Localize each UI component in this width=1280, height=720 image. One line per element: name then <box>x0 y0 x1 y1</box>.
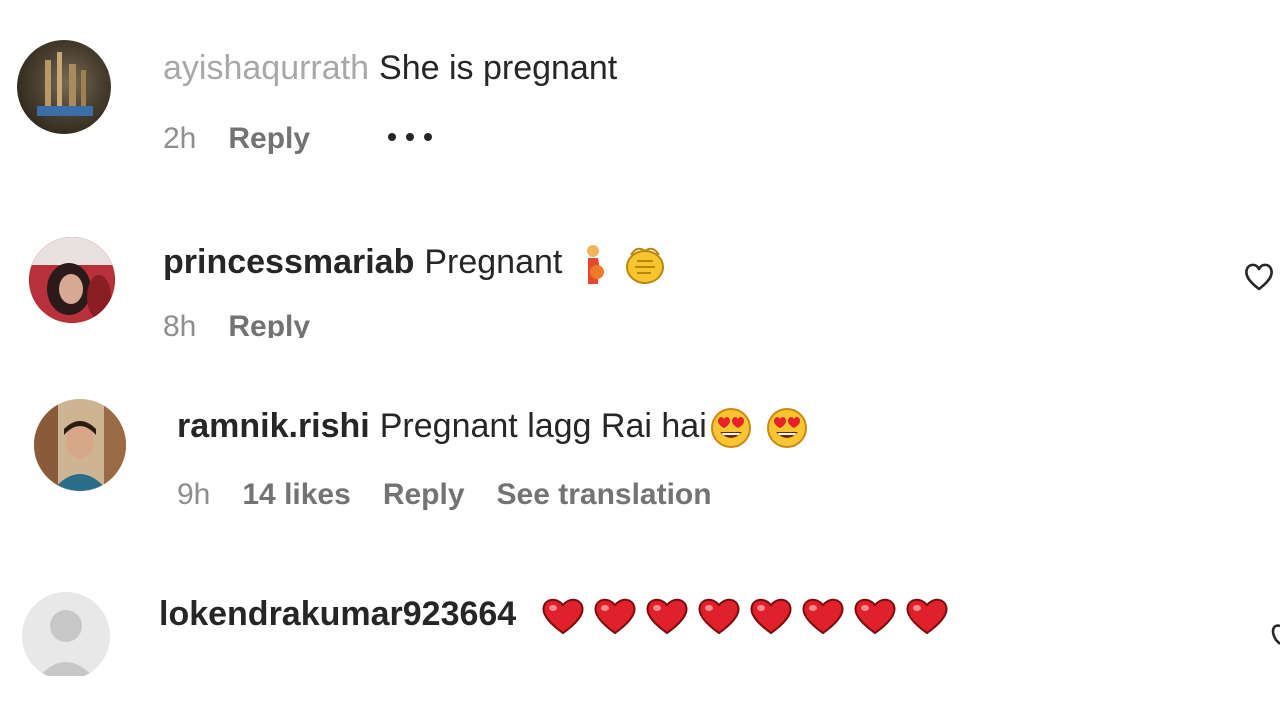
reply-button[interactable]: Reply <box>228 310 310 338</box>
red-heart-emoji <box>542 598 584 635</box>
comment-body: ayishaqurrath She is pregnant <box>163 48 617 88</box>
comment-meta-clipped <box>159 670 419 676</box>
see-translation-button[interactable]: See translation <box>497 478 712 511</box>
avatar[interactable] <box>29 237 115 323</box>
comment-text: Pregnant <box>424 243 563 281</box>
comment-time[interactable]: 2h <box>163 122 196 155</box>
username-link[interactable]: princessmariab <box>163 243 414 281</box>
heart-outline-icon[interactable] <box>1268 620 1280 648</box>
red-heart-emoji <box>646 598 688 635</box>
comment-4: lokendrakumar923664 <box>0 580 1280 676</box>
comment-meta: 9h 14 likes Reply See translation <box>177 478 744 512</box>
comment-body: princessmariab Pregnant <box>163 242 667 285</box>
pregnant-woman-emoji <box>586 245 604 285</box>
comment-text: She is pregnant <box>379 49 618 87</box>
red-heart-emoji <box>698 598 740 635</box>
username-link[interactable]: ayishaqurrath <box>163 49 369 87</box>
username-link[interactable]: ramnik.rishi <box>177 407 370 445</box>
comment-1: ayishaqurrath She is pregnant 2h Reply <box>0 0 1280 200</box>
avatar-image <box>29 237 115 323</box>
red-heart-emoji <box>906 598 948 635</box>
default-avatar-icon <box>22 592 110 676</box>
comment-2: princessmariab Pregnant 8h Reply <box>0 200 1280 340</box>
likes-count[interactable]: 14 likes <box>242 478 350 511</box>
avatar[interactable] <box>17 40 111 134</box>
comment-text: Pregnant lagg Rai hai <box>379 407 707 445</box>
more-horizontal-icon[interactable] <box>386 129 434 145</box>
comment-body: lokendrakumar923664 <box>159 594 950 636</box>
emoji-row <box>536 595 950 635</box>
red-heart-emoji <box>750 598 792 635</box>
reply-button[interactable]: Reply <box>228 122 310 155</box>
comment-time[interactable]: 9h <box>177 478 210 511</box>
avatar-image <box>34 399 126 491</box>
clapping-hands-emoji <box>626 247 665 285</box>
heart-outline-icon[interactable] <box>1243 262 1275 292</box>
username-link[interactable]: lokendrakumar923664 <box>159 595 516 633</box>
avatar[interactable] <box>34 399 126 491</box>
comment-meta: 8h Reply <box>163 310 342 338</box>
avatar-image <box>37 52 93 116</box>
comment-body: ramnik.rishi Pregnant lagg Rai hai <box>177 406 809 450</box>
comment-3: ramnik.rishi Pregnant lagg Rai hai 9h 14 l… <box>0 390 1280 550</box>
reply-button[interactable]: Reply <box>383 478 465 511</box>
red-heart-emoji <box>854 598 896 635</box>
comment-time[interactable]: 8h <box>163 310 196 338</box>
heart-eyes-emoji <box>710 408 751 449</box>
avatar[interactable] <box>22 592 110 676</box>
red-heart-emoji <box>594 598 636 635</box>
comment-meta: 2h Reply <box>163 122 342 156</box>
red-heart-emoji <box>802 598 844 635</box>
heart-eyes-emoji <box>766 408 807 449</box>
